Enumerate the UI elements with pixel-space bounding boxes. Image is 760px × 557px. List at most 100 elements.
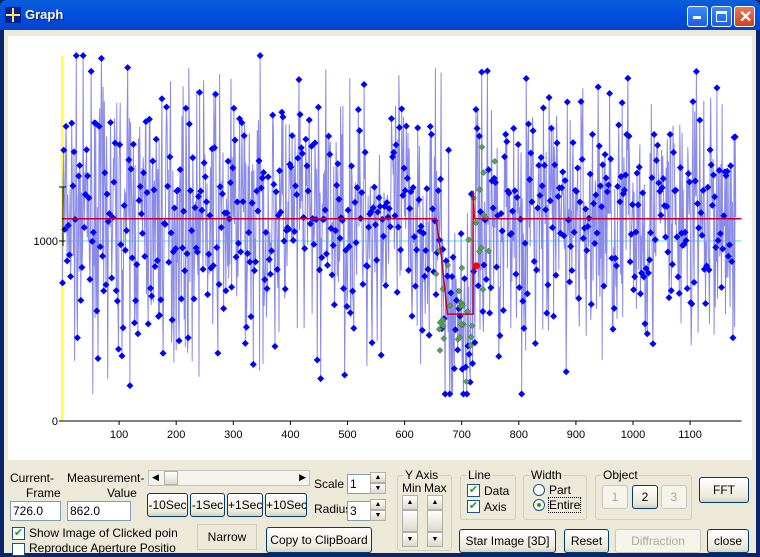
x-tick-label: 100 bbox=[110, 429, 128, 441]
y-max-down-button[interactable]: ▼ bbox=[427, 532, 443, 547]
show-image-checkbox[interactable]: ✔ bbox=[12, 527, 25, 540]
client-area: 100 200 300 400 500 600 700 800 900 1000 1100 0 1000… bbox=[4, 30, 756, 556]
y-min-up-button[interactable]: ▲ bbox=[402, 495, 418, 510]
title-bar[interactable]: Graph ✕ bbox=[0, 0, 760, 30]
reproduce-aperture-checkbox[interactable] bbox=[12, 543, 25, 556]
data-point bbox=[314, 103, 322, 111]
data-point bbox=[588, 130, 596, 138]
y-min-track[interactable] bbox=[402, 510, 418, 532]
width-entire-radio[interactable] bbox=[533, 499, 545, 511]
fft-button[interactable]: FFT bbox=[699, 477, 749, 503]
radius-down-button[interactable]: ▼ bbox=[370, 510, 386, 521]
data-point bbox=[474, 282, 482, 290]
chart-svg[interactable]: 100 200 300 400 500 600 700 800 900 1000 1100 0 1000 bbox=[8, 36, 752, 460]
data-point bbox=[352, 239, 360, 247]
data-point bbox=[512, 270, 520, 278]
line-data-checkbox[interactable]: ✔ bbox=[467, 484, 480, 497]
diffraction-button[interactable]: Diffraction bbox=[615, 529, 701, 553]
data-point bbox=[295, 76, 303, 84]
plus-1-sec-button[interactable]: +1Sec bbox=[227, 493, 263, 517]
minus-1-sec-button[interactable]: -1Sec bbox=[190, 493, 225, 517]
y-max-up-button[interactable]: ▲ bbox=[427, 495, 443, 510]
radius-up-button[interactable]: ▲ bbox=[370, 499, 386, 510]
y-min-down-button[interactable]: ▼ bbox=[402, 532, 418, 547]
data-point bbox=[83, 146, 91, 154]
star-image-3d-button[interactable]: Star Image [3D] bbox=[459, 529, 556, 553]
current-frame-field[interactable]: 726.0 bbox=[10, 501, 61, 521]
narrow-button[interactable]: Narrow bbox=[197, 524, 257, 550]
data-point bbox=[510, 124, 518, 132]
scroll-right-arrow-icon[interactable]: ▶ bbox=[299, 472, 306, 483]
data-point bbox=[563, 98, 571, 106]
data-point bbox=[202, 198, 210, 206]
data-point bbox=[539, 104, 547, 112]
data-point bbox=[302, 135, 310, 143]
line-axis-label: Axis bbox=[484, 500, 507, 514]
line-axis-checkbox[interactable]: ✔ bbox=[467, 500, 480, 513]
y-max-track[interactable] bbox=[427, 510, 443, 532]
plus-10-sec-button[interactable]: +10Sec bbox=[265, 493, 307, 517]
data-point bbox=[618, 99, 626, 107]
window-title: Graph bbox=[25, 7, 64, 22]
object-2-button[interactable]: 2 bbox=[632, 485, 658, 509]
data-point bbox=[522, 75, 530, 83]
data-point bbox=[137, 210, 145, 218]
data-point bbox=[377, 351, 385, 359]
width-part-radio[interactable] bbox=[533, 484, 545, 496]
data-point bbox=[119, 324, 127, 332]
scale-label: Scale bbox=[314, 477, 345, 491]
data-point bbox=[594, 83, 602, 91]
close-button[interactable]: close bbox=[707, 529, 749, 553]
comparison-point bbox=[436, 346, 444, 354]
object-3-button[interactable]: 3 bbox=[661, 485, 687, 509]
x-tick-label: 1000 bbox=[621, 429, 645, 441]
show-image-label: Show Image of Clicked poin bbox=[29, 526, 178, 540]
data-point bbox=[418, 326, 426, 334]
current-frame-label-1: Current- bbox=[10, 471, 55, 485]
close-window-button[interactable]: ✕ bbox=[734, 6, 755, 27]
scroll-left-arrow-icon[interactable]: ◀ bbox=[152, 472, 159, 483]
data-point bbox=[218, 190, 226, 198]
plot-area[interactable]: 100 200 300 400 500 600 700 800 900 1000 1100 0 1000 bbox=[8, 36, 752, 460]
data-point bbox=[59, 279, 67, 287]
data-point bbox=[562, 368, 570, 376]
minimize-button[interactable] bbox=[687, 6, 708, 27]
data-point bbox=[228, 283, 236, 291]
data-point bbox=[609, 325, 617, 333]
scale-up-button[interactable]: ▲ bbox=[370, 472, 386, 483]
copy-to-clipboard-button[interactable]: Copy to ClipBoard bbox=[266, 527, 372, 553]
data-point bbox=[503, 138, 511, 146]
data-point bbox=[577, 98, 585, 106]
minus-10-sec-button[interactable]: -10Sec bbox=[147, 493, 188, 517]
data-point bbox=[360, 81, 368, 89]
data-point bbox=[692, 68, 700, 76]
object-1-button[interactable]: 1 bbox=[602, 485, 628, 509]
data-point bbox=[449, 253, 457, 261]
data-point bbox=[115, 345, 123, 353]
data-point bbox=[150, 186, 158, 194]
data-point bbox=[408, 312, 416, 320]
width-entire-label: Entire bbox=[547, 497, 582, 513]
data-point bbox=[269, 111, 277, 119]
data-point bbox=[300, 214, 308, 222]
data-point bbox=[281, 285, 289, 293]
minimize-icon bbox=[693, 16, 701, 19]
data-point bbox=[606, 90, 614, 98]
radius-label: Radius bbox=[314, 502, 352, 516]
data-point bbox=[718, 283, 726, 291]
reset-button[interactable]: Reset bbox=[564, 529, 609, 553]
data-point bbox=[483, 67, 491, 75]
frame-scrollbar[interactable]: ◀ ▶ bbox=[148, 470, 310, 486]
maximize-button[interactable] bbox=[711, 6, 732, 27]
data-point bbox=[242, 323, 250, 331]
data-point bbox=[212, 90, 220, 98]
scale-down-button[interactable]: ▼ bbox=[370, 483, 386, 494]
data-point bbox=[529, 127, 537, 135]
data-point bbox=[124, 64, 132, 72]
data-point bbox=[387, 115, 395, 123]
comparison-point bbox=[458, 264, 466, 272]
scroll-thumb[interactable] bbox=[164, 471, 178, 485]
measurement-value-field[interactable]: 862.0 bbox=[67, 501, 131, 521]
data-point bbox=[574, 164, 582, 172]
data-point bbox=[330, 301, 338, 309]
